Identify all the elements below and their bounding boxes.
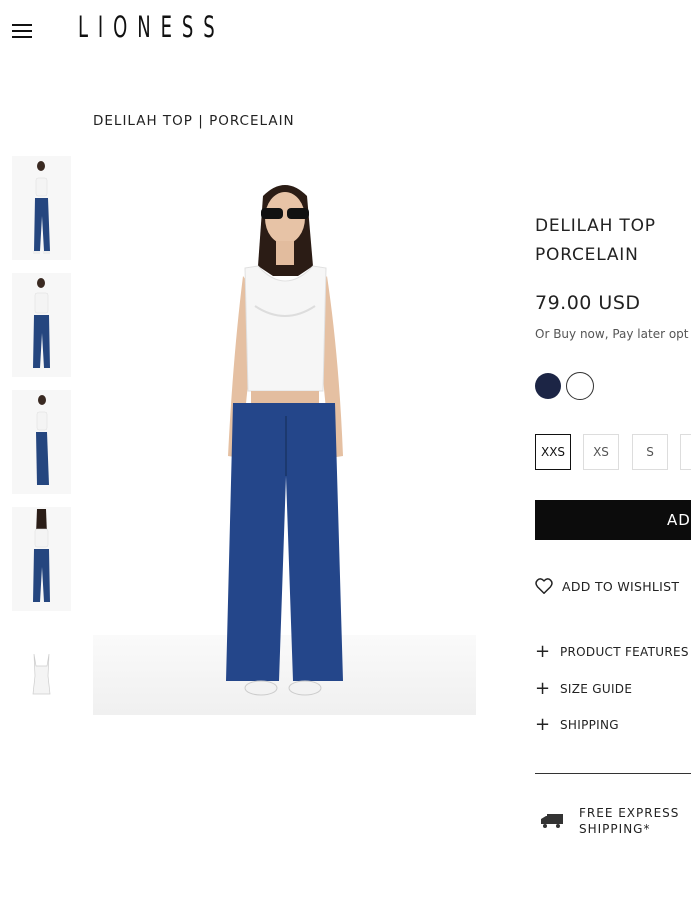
plus-icon: + <box>535 678 551 699</box>
truck-icon <box>541 814 563 828</box>
size-option-xxs[interactable]: XXS <box>535 434 571 470</box>
free-shipping-banner: FREE EXPRESS SHIPPING* <box>540 805 689 837</box>
thumbnail-4[interactable] <box>12 507 71 611</box>
divider <box>535 773 691 774</box>
menu-button[interactable] <box>12 22 32 38</box>
accordion-label: PRODUCT FEATURES <box>560 645 689 659</box>
size-option-more[interactable] <box>680 434 691 470</box>
add-to-cart-label: AD <box>667 511 691 529</box>
product-title-line1: DELILAH TOP <box>535 216 656 236</box>
free-shipping-text: FREE EXPRESS SHIPPING* <box>579 805 689 837</box>
buy-now-pay-later-text[interactable]: Or Buy now, Pay later opt <box>535 327 689 341</box>
heart-icon <box>535 578 553 594</box>
color-swatch-white[interactable] <box>566 372 594 400</box>
size-option-s[interactable]: S <box>632 434 668 470</box>
hamburger-icon-line <box>12 36 32 38</box>
thumbnail-2[interactable] <box>12 273 71 377</box>
plus-icon: + <box>535 641 551 662</box>
color-swatch-navy[interactable] <box>535 373 561 399</box>
thumbnail-list <box>12 156 71 741</box>
thumbnail-5[interactable] <box>12 624 71 728</box>
product-price: 79.00 USD <box>535 292 641 314</box>
accordion-size-guide[interactable]: + SIZE GUIDE <box>535 678 633 699</box>
main-product-image[interactable] <box>93 156 476 715</box>
brand-logo[interactable]: LIONESS <box>78 10 225 44</box>
accordion-label: SIZE GUIDE <box>560 682 633 696</box>
free-shipping-line1: FREE EXPRESS <box>579 806 680 820</box>
accordion-label: SHIPPING <box>560 718 619 732</box>
accordion-shipping[interactable]: + SHIPPING <box>535 714 619 735</box>
product-title-line2: PORCELAIN <box>535 245 639 265</box>
free-shipping-line2: SHIPPING* <box>579 822 651 836</box>
size-option-xs[interactable]: XS <box>583 434 619 470</box>
add-to-cart-button[interactable]: AD <box>535 500 691 540</box>
plus-icon: + <box>535 714 551 735</box>
breadcrumb: DELILAH TOP | PORCELAIN <box>93 113 295 129</box>
thumbnail-3[interactable] <box>12 390 71 494</box>
hamburger-icon-line <box>12 24 32 26</box>
thumbnail-1[interactable] <box>12 156 71 260</box>
wishlist-label: ADD TO WISHLIST <box>562 578 680 594</box>
add-to-wishlist-button[interactable]: ADD TO WISHLIST <box>535 578 679 594</box>
product-title: DELILAH TOP PORCELAIN <box>535 212 685 270</box>
accordion-product-features[interactable]: + PRODUCT FEATURES <box>535 641 689 662</box>
hamburger-icon-line <box>12 30 32 32</box>
